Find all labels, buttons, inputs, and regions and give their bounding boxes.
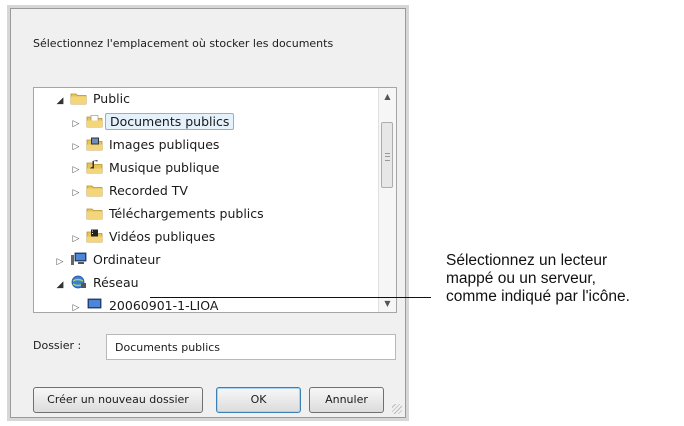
folder-icon (86, 208, 103, 220)
expand-triangle-icon[interactable]: ◢ (54, 90, 66, 112)
folder-tree[interactable]: ◢ Public ▷ Documents publics ▷ Images pu… (33, 87, 397, 313)
tree-item-musique-publique[interactable]: ▷ Musique publique (70, 157, 219, 179)
callout-leader-line (150, 297, 431, 298)
scroll-up-arrow-icon[interactable]: ▲ (379, 88, 396, 105)
grip-icon (385, 153, 390, 161)
tree-item-telechargements-publics[interactable]: Téléchargements publics (70, 203, 264, 225)
computer-icon (70, 252, 87, 265)
tree-item-label: Ordinateur (92, 252, 161, 267)
new-folder-button[interactable]: Créer un nouveau dossier (33, 387, 203, 413)
dialog-prompt: Sélectionnez l'emplacement où stocker le… (33, 37, 334, 50)
folder-icon (86, 185, 103, 197)
tree-item-reseau[interactable]: ◢ Réseau (54, 272, 139, 294)
collapse-triangle-icon[interactable]: ▷ (70, 297, 82, 312)
collapse-triangle-icon[interactable]: ▷ (54, 251, 66, 273)
callout-line-1: Sélectionnez un lecteur (446, 252, 608, 269)
callout-annotation: Sélectionnez un lecteur mappé ou un serv… (446, 252, 682, 306)
resize-grip-icon[interactable] (392, 404, 402, 414)
pictures-folder-icon (86, 137, 103, 151)
scrollbar-thumb[interactable] (381, 122, 393, 188)
folder-icon (70, 93, 87, 105)
callout-line-3: comme indiqué par l'icône. (446, 288, 630, 305)
network-icon (71, 275, 86, 289)
collapse-triangle-icon[interactable]: ▷ (70, 136, 82, 158)
folder-field-label: Dossier : (33, 339, 82, 352)
tree-item-recorded-tv[interactable]: ▷ Recorded TV (70, 180, 188, 202)
tree-item-label: Vidéos publiques (108, 229, 216, 244)
ok-button[interactable]: OK (216, 387, 301, 413)
tree-item-label: Musique publique (108, 160, 220, 175)
cancel-button[interactable]: Annuler (309, 387, 384, 413)
videos-folder-icon (86, 229, 103, 243)
folder-name-input[interactable] (106, 334, 396, 360)
callout-line-2: mappé ou un serveur, (446, 270, 596, 287)
expand-triangle-icon[interactable]: ◢ (54, 274, 66, 296)
tree-item-ordinateur[interactable]: ▷ Ordinateur (54, 249, 161, 273)
documents-folder-icon (86, 115, 103, 128)
tree-item-label: Public (92, 91, 130, 106)
tree-item-label: Recorded TV (108, 183, 188, 198)
tree-item-documents-publics[interactable]: ▷ Documents publics (70, 111, 235, 135)
folder-picker-dialog: Sélectionnez l'emplacement où stocker le… (10, 8, 406, 418)
tree-item-label: Réseau (92, 275, 139, 290)
network-computer-icon (87, 298, 102, 309)
tree-item-label: Documents publics (104, 113, 235, 130)
tree-item-videos-publiques[interactable]: ▷ Vidéos publiques (70, 226, 216, 250)
tree-item-label: Téléchargements publics (108, 206, 264, 221)
collapse-triangle-icon[interactable]: ▷ (70, 182, 82, 204)
collapse-triangle-icon[interactable]: ▷ (70, 228, 82, 250)
tree-item-label: 20060901-1-LIOA (108, 298, 219, 313)
tree-scrollbar[interactable]: ▲ ▼ (378, 88, 396, 312)
collapse-triangle-icon[interactable]: ▷ (70, 113, 82, 135)
tree-item-images-publiques[interactable]: ▷ Images publiques (70, 134, 220, 158)
tree-item-label: Images publiques (108, 137, 220, 152)
collapse-triangle-icon[interactable]: ▷ (70, 159, 82, 181)
music-folder-icon (86, 160, 103, 174)
tree-item-public[interactable]: ◢ Public (54, 88, 130, 110)
